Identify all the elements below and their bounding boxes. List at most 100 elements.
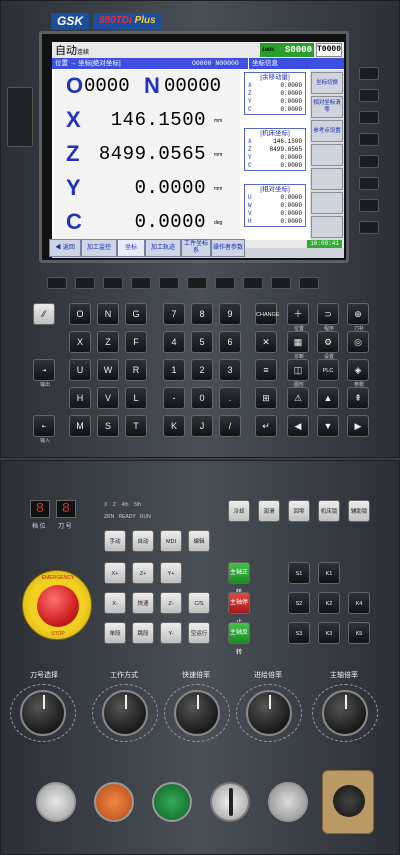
bottom-softkey-2[interactable]	[75, 277, 95, 289]
plc-key[interactable]: PLC	[317, 359, 339, 381]
key-V[interactable]: V	[97, 387, 119, 409]
aux-lock-key[interactable]: 辅助锁	[348, 500, 370, 522]
jog-x-minus[interactable]: X-	[104, 592, 126, 614]
spindle-override-knob[interactable]	[322, 690, 368, 736]
softkey-blank-1[interactable]	[311, 144, 343, 166]
bottom-softkey-1[interactable]	[47, 277, 67, 289]
jog-z-minus[interactable]: Z-	[160, 592, 182, 614]
side-key-1[interactable]	[359, 67, 379, 80]
input-key[interactable]: ⇤ 输入	[33, 415, 55, 444]
key-J[interactable]: J	[191, 415, 213, 437]
side-key-7[interactable]	[359, 199, 379, 212]
position-key[interactable]: ＋位置	[287, 303, 309, 332]
graphics-key[interactable]: ◫ 图形	[287, 359, 309, 388]
bottom-softkey-3[interactable]	[103, 277, 123, 289]
key-dot[interactable]: .	[219, 387, 241, 409]
side-key-2[interactable]	[359, 89, 379, 102]
bottom-softkey-6[interactable]	[187, 277, 207, 289]
key-2[interactable]: 2	[191, 359, 213, 381]
s3-key[interactable]: S3	[288, 622, 310, 644]
key-7[interactable]: 7	[163, 303, 185, 325]
k3-key[interactable]: K3	[318, 622, 340, 644]
softkey-blank-3[interactable]	[311, 192, 343, 214]
s2-key[interactable]: S2	[288, 592, 310, 614]
tool-offset-key[interactable]: ⊕ 刀补	[347, 303, 369, 332]
shift-key[interactable]: ⁄⁄	[33, 303, 55, 325]
bottom-softkey-8[interactable]	[243, 277, 263, 289]
k4-key[interactable]: K4	[348, 592, 370, 614]
tab-operator-params[interactable]: 操作者参数	[211, 239, 245, 257]
delete-key[interactable]: ✕	[255, 331, 277, 353]
side-key-5[interactable]	[359, 155, 379, 168]
auto-mode-key[interactable]: 自动	[132, 530, 154, 552]
softkey-relative-clear[interactable]: 相对坐标清零	[311, 96, 343, 118]
side-key-8[interactable]	[359, 221, 379, 234]
key-L[interactable]: L	[125, 387, 147, 409]
key-S[interactable]: S	[97, 415, 119, 437]
feed-hold-button[interactable]	[94, 782, 134, 822]
tab-work-coordinates[interactable]: 工件坐标系	[181, 239, 211, 257]
key-9[interactable]: 9	[219, 303, 241, 325]
parameter-key[interactable]: ◈ 参数	[347, 359, 369, 388]
side-key-6[interactable]	[359, 177, 379, 190]
softkey-blank-4[interactable]	[311, 216, 343, 238]
setting-key[interactable]: ⚙ 设置	[317, 331, 339, 360]
program-protect-keyswitch[interactable]	[210, 782, 250, 822]
spindle-cw-key[interactable]: 主轴正转	[228, 562, 250, 596]
bottom-softkey-7[interactable]	[215, 277, 235, 289]
key-slash[interactable]: /	[219, 415, 241, 437]
jog-y-minus[interactable]: Y-	[160, 622, 182, 644]
key-0[interactable]: 0	[191, 387, 213, 409]
side-key-3[interactable]	[359, 111, 379, 124]
softkey-reference-set[interactable]: 参考点设置	[311, 120, 343, 142]
program-key[interactable]: ⊃ 程序	[317, 303, 339, 332]
feed-override-knob[interactable]	[246, 690, 292, 736]
up-arrow-key[interactable]: ▲	[317, 387, 339, 409]
key-M[interactable]: M	[69, 415, 91, 437]
key-H[interactable]: H	[69, 387, 91, 409]
spindle-ccw-key[interactable]: 主轴反转	[228, 622, 250, 656]
machine-lock-key[interactable]: 机床锁	[318, 500, 340, 522]
rapid-override-knob[interactable]	[174, 690, 220, 736]
left-arrow-key[interactable]: ◀	[287, 415, 309, 437]
tab-toolpath[interactable]: 加工轨迹	[145, 239, 181, 257]
key-K[interactable]: K	[163, 415, 185, 437]
key-U[interactable]: U	[69, 359, 91, 381]
tool-select-knob[interactable]	[20, 690, 66, 736]
mdi-mode-key[interactable]: MDI	[160, 530, 182, 552]
down-arrow-key[interactable]: ▼	[317, 415, 339, 437]
tab-back[interactable]: ◀ 返回	[49, 239, 81, 257]
key-O[interactable]: O	[69, 303, 91, 325]
enter-key[interactable]: ↵	[255, 415, 277, 437]
edit-key[interactable]: ≡	[255, 359, 277, 381]
page-up-key[interactable]: ⇞	[347, 387, 369, 409]
jog-x-plus[interactable]: X+	[104, 562, 126, 584]
key-8[interactable]: 8	[191, 303, 213, 325]
right-arrow-key[interactable]: ▶	[347, 415, 369, 437]
lubrication-key[interactable]: 润滑	[258, 500, 280, 522]
tab-monitor[interactable]: 加工监控	[81, 239, 117, 257]
bottom-softkey-4[interactable]	[131, 277, 151, 289]
key-T[interactable]: T	[125, 415, 147, 437]
k2-key[interactable]: K2	[318, 592, 340, 614]
manual-mode-key[interactable]: 手动	[104, 530, 126, 552]
key-W[interactable]: W	[97, 359, 119, 381]
program-start-button[interactable]	[152, 782, 192, 822]
key-3[interactable]: 3	[219, 359, 241, 381]
single-block-key[interactable]: 单段	[104, 622, 126, 644]
key-R[interactable]: R	[125, 359, 147, 381]
k5-key[interactable]: K5	[348, 622, 370, 644]
bottom-softkey-10[interactable]	[299, 277, 319, 289]
insert-key[interactable]: ⊞	[255, 387, 277, 409]
key-Z[interactable]: Z	[97, 331, 119, 353]
mode-select-knob[interactable]	[102, 690, 148, 736]
diagnosis-key[interactable]: ▦ 诊断	[287, 331, 309, 360]
rapid-key[interactable]: 快速	[132, 592, 154, 614]
key-F[interactable]: F	[125, 331, 147, 353]
s1-key[interactable]: S1	[288, 562, 310, 584]
key-4[interactable]: 4	[163, 331, 185, 353]
coolant-key[interactable]: 冷却	[228, 500, 250, 522]
key-1[interactable]: 1	[163, 359, 185, 381]
change-key[interactable]: CHANGE	[255, 303, 280, 325]
k1-key[interactable]: K1	[318, 562, 340, 584]
